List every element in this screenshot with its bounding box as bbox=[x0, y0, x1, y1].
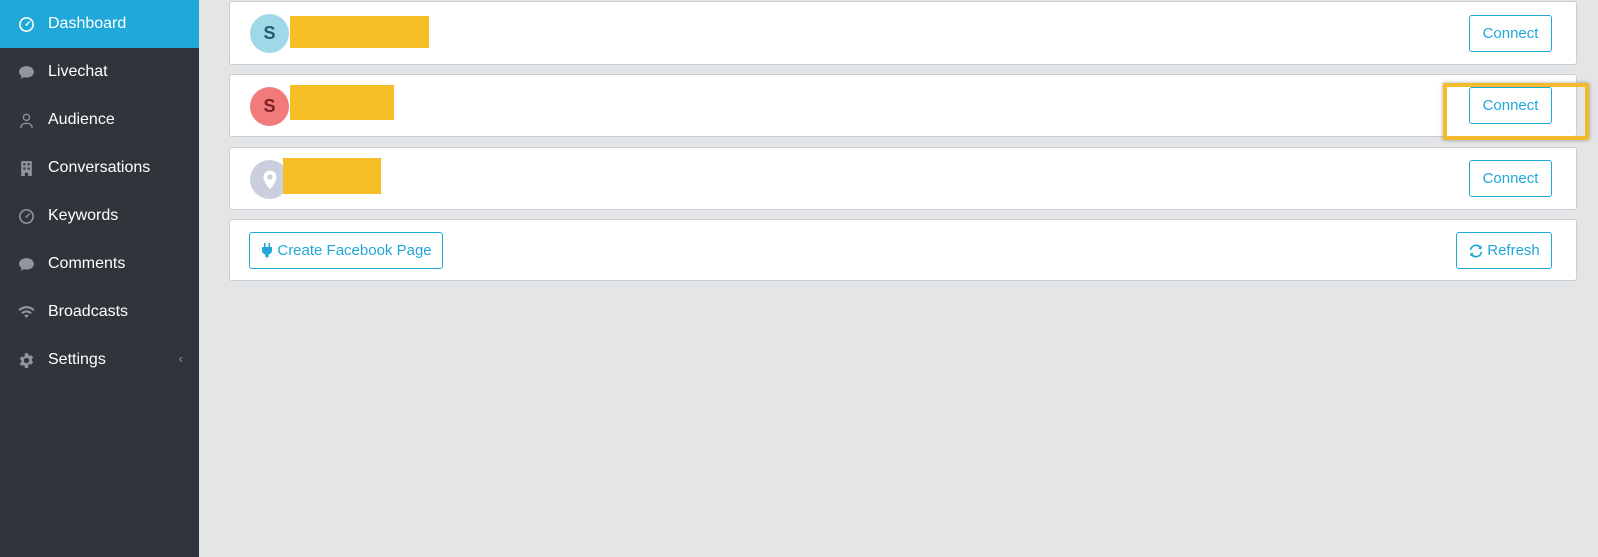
sidebar-item-broadcasts[interactable]: Broadcasts bbox=[0, 288, 199, 336]
chevron-left-icon: ‹ bbox=[178, 351, 183, 366]
sidebar-item-label: Comments bbox=[48, 255, 126, 272]
chat-bubble-icon bbox=[18, 256, 35, 273]
sidebar-item-label: Broadcasts bbox=[48, 303, 129, 320]
sidebar-item-label: Keywords bbox=[48, 207, 119, 224]
user-icon bbox=[18, 112, 35, 129]
main-content: S Connect S Connect Connect Create Faceb… bbox=[199, 0, 1598, 557]
sidebar-item-label: Conversations bbox=[48, 159, 151, 176]
connect-button[interactable]: Connect bbox=[1469, 87, 1552, 124]
create-facebook-page-label: Create Facebook Page bbox=[277, 242, 432, 259]
create-facebook-page-button[interactable]: Create Facebook Page bbox=[249, 232, 443, 269]
sidebar-item-comments[interactable]: Comments bbox=[0, 240, 199, 288]
sidebar-item-livechat[interactable]: Livechat bbox=[0, 48, 199, 96]
refresh-label: Refresh bbox=[1487, 242, 1540, 259]
speedometer-icon bbox=[18, 16, 35, 33]
page-row: S Connect bbox=[229, 74, 1577, 137]
map-pin-icon bbox=[263, 170, 276, 189]
sidebar-item-label: Livechat bbox=[48, 63, 108, 80]
sidebar-item-dashboard[interactable]: Dashboard bbox=[0, 0, 199, 48]
redacted-page-name bbox=[283, 158, 381, 194]
page-row: S Connect bbox=[229, 1, 1577, 65]
sidebar-item-label: Dashboard bbox=[48, 15, 127, 32]
connect-button[interactable]: Connect bbox=[1469, 15, 1552, 52]
avatar: S bbox=[250, 14, 289, 53]
avatar-letter: S bbox=[263, 23, 276, 43]
plug-icon bbox=[262, 242, 273, 259]
redacted-page-name bbox=[290, 16, 429, 48]
avatar: S bbox=[250, 87, 289, 126]
sidebar-item-label: Settings bbox=[48, 351, 106, 368]
refresh-button[interactable]: Refresh bbox=[1456, 232, 1552, 269]
avatar-letter: S bbox=[263, 96, 276, 116]
sidebar-item-keywords[interactable]: Keywords bbox=[0, 192, 199, 240]
sidebar: Dashboard Livechat Audience Conversation… bbox=[0, 0, 199, 557]
gear-icon bbox=[18, 352, 35, 369]
sidebar-item-audience[interactable]: Audience bbox=[0, 96, 199, 144]
page-actions-row: Create Facebook Page Refresh bbox=[229, 219, 1577, 281]
wifi-icon bbox=[18, 304, 35, 321]
page-row: Connect bbox=[229, 147, 1577, 210]
sidebar-item-settings[interactable]: Settings ‹ bbox=[0, 336, 199, 384]
chat-bubble-icon bbox=[18, 64, 35, 81]
sidebar-item-conversations[interactable]: Conversations bbox=[0, 144, 199, 192]
building-icon bbox=[18, 160, 35, 177]
redacted-page-name bbox=[290, 85, 394, 120]
speedometer-icon bbox=[18, 208, 35, 225]
connect-button[interactable]: Connect bbox=[1469, 160, 1552, 197]
sidebar-item-label: Audience bbox=[48, 111, 115, 128]
refresh-icon bbox=[1469, 243, 1483, 258]
